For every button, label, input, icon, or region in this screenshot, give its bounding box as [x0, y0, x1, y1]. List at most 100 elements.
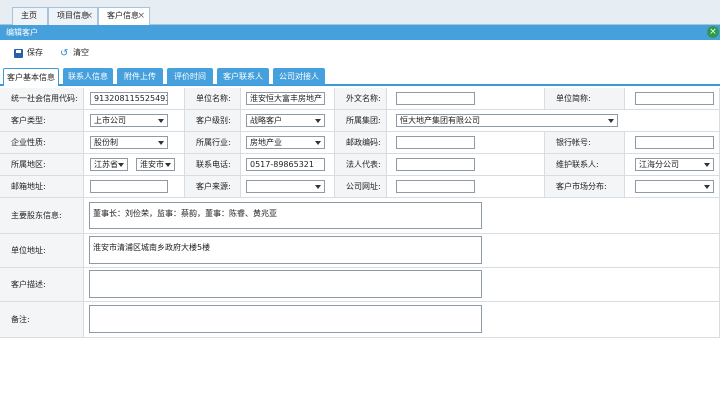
foreign-name-input[interactable] — [396, 92, 475, 105]
group-cell: 恒大地产集团有限公司 — [387, 110, 720, 132]
website-input[interactable] — [396, 180, 475, 193]
email-cell — [84, 176, 185, 198]
form-tabs: 客户基本信息 联系人信息 附件上传 评价时间 客户联系人 公司对接人 — [0, 64, 720, 86]
phone-input[interactable]: 0517-89865321 — [246, 158, 325, 171]
credit-code-label: 统一社会信用代码: — [0, 88, 84, 110]
tab-customer-info[interactable]: 客户信息 × — [98, 7, 150, 26]
short-name-cell — [625, 88, 720, 110]
postcode-input[interactable] — [396, 136, 475, 149]
foreign-name-label: 外文名称: — [335, 88, 387, 110]
customer-level-label: 客户级别: — [185, 110, 241, 132]
company-name-label: 单位名称: — [185, 88, 241, 110]
postcode-cell — [387, 132, 545, 154]
description-textarea[interactable] — [89, 270, 482, 298]
clear-icon: ↺ — [60, 47, 69, 59]
tab-evaluation-time-label: 评价时间 — [174, 72, 206, 81]
source-cell — [241, 176, 335, 198]
tab-home[interactable]: 主页 — [12, 7, 48, 25]
customer-level-cell: 战略客户 — [241, 110, 335, 132]
clear-button[interactable]: ↺ 清空 — [60, 46, 89, 60]
address-textarea[interactable]: 淮安市清浦区城南乡政府大楼5楼 — [89, 236, 482, 264]
company-name-input[interactable]: 淮安恒大富丰房地产 — [246, 92, 325, 105]
description-label: 客户描述: — [0, 268, 84, 302]
tab-attachments-label: 附件上传 — [124, 72, 156, 81]
save-button-label: 保存 — [27, 48, 43, 57]
toolbar: 保存 ↺ 清空 — [0, 40, 720, 64]
nature-label: 企业性质: — [0, 132, 84, 154]
credit-code-input[interactable]: 913208115525493 — [90, 92, 168, 105]
industry-label: 所属行业: — [185, 132, 241, 154]
legal-rep-label: 法人代表: — [335, 154, 387, 176]
tab-company-liaison-label: 公司对接人 — [279, 72, 319, 81]
tab-attachments[interactable]: 附件上传 — [117, 68, 163, 85]
website-cell — [387, 176, 545, 198]
tab-company-liaison[interactable]: 公司对接人 — [273, 68, 325, 85]
shareholder-cell: 董事长：刘俭荣，监事：蔡韵，董事：陈睿、黄兆亚 — [84, 198, 720, 234]
email-input[interactable] — [90, 180, 168, 193]
email-label: 邮箱地址: — [0, 176, 84, 198]
source-select[interactable] — [246, 180, 325, 193]
tab-basic-info[interactable]: 客户基本信息 — [3, 68, 59, 86]
province-select[interactable]: 江苏省 — [90, 158, 128, 171]
industry-select[interactable]: 房地产业 — [246, 136, 325, 149]
legal-rep-input[interactable] — [396, 158, 475, 171]
tab-customer-contacts[interactable]: 客户联系人 — [217, 68, 269, 85]
company-name-cell: 淮安恒大富丰房地产 — [241, 88, 335, 110]
description-cell — [84, 268, 720, 302]
group-label: 所属集团: — [335, 110, 387, 132]
panel-title: 编辑客户 — [6, 28, 38, 37]
legal-rep-cell — [387, 154, 545, 176]
market-cell — [625, 176, 720, 198]
close-icon[interactable]: × — [85, 8, 93, 24]
tab-contact-info[interactable]: 联系人信息 — [63, 68, 113, 85]
save-button[interactable]: 保存 — [14, 46, 43, 60]
customer-type-select[interactable]: 上市公司 — [90, 114, 168, 127]
postcode-label: 邮政编码: — [335, 132, 387, 154]
tab-project-info[interactable]: 项目信息 × — [48, 7, 98, 25]
maintainer-cell: 江海分公司 — [625, 154, 720, 176]
source-label: 客户来源: — [185, 176, 241, 198]
remark-cell — [84, 302, 720, 338]
phone-label: 联系电话: — [185, 154, 241, 176]
bank-account-input[interactable] — [635, 136, 714, 149]
maintainer-label: 维护联系人: — [545, 154, 625, 176]
tab-contact-info-label: 联系人信息 — [68, 72, 108, 81]
address-label: 单位地址: — [0, 234, 84, 268]
nature-cell: 股份制 — [84, 132, 185, 154]
market-label: 客户市场分布: — [545, 176, 625, 198]
clear-button-label: 清空 — [73, 48, 89, 57]
credit-code-cell: 913208115525493 — [84, 88, 185, 110]
website-label: 公司网址: — [335, 176, 387, 198]
close-icon[interactable]: × — [137, 8, 145, 24]
phone-cell: 0517-89865321 — [241, 154, 335, 176]
group-select[interactable]: 恒大地产集团有限公司 — [396, 114, 618, 127]
bank-account-label: 银行帐号: — [545, 132, 625, 154]
short-name-input[interactable] — [635, 92, 714, 105]
customer-type-cell: 上市公司 — [84, 110, 185, 132]
shareholder-textarea[interactable]: 董事长：刘俭荣，监事：蔡韵，董事：陈睿、黄兆亚 — [89, 202, 482, 229]
save-icon — [14, 48, 23, 58]
tab-basic-info-label: 客户基本信息 — [7, 73, 55, 82]
foreign-name-cell — [387, 88, 545, 110]
customer-level-select[interactable]: 战略客户 — [246, 114, 325, 127]
tab-customer-contacts-label: 客户联系人 — [223, 72, 263, 81]
tab-customer-info-label: 客户信息 — [107, 11, 139, 20]
nature-select[interactable]: 股份制 — [90, 136, 168, 149]
shareholder-label: 主要股东信息: — [0, 198, 84, 234]
market-select[interactable] — [635, 180, 714, 193]
top-tab-bar: 主页 项目信息 × 客户信息 × — [0, 0, 720, 26]
panel-header: 编辑客户 × — [0, 25, 720, 40]
remark-label: 备注: — [0, 302, 84, 338]
tab-project-info-label: 项目信息 — [57, 11, 89, 20]
customer-type-label: 客户类型: — [0, 110, 84, 132]
close-icon[interactable]: × — [707, 26, 719, 38]
tab-evaluation-time[interactable]: 评价时间 — [167, 68, 213, 85]
maintainer-select[interactable]: 江海分公司 — [635, 158, 714, 171]
city-select[interactable]: 淮安市 — [136, 158, 175, 171]
industry-cell: 房地产业 — [241, 132, 335, 154]
region-label: 所属地区: — [0, 154, 84, 176]
tab-home-label: 主页 — [21, 11, 37, 20]
short-name-label: 单位简称: — [545, 88, 625, 110]
remark-textarea[interactable] — [89, 305, 482, 333]
bank-account-cell — [625, 132, 720, 154]
